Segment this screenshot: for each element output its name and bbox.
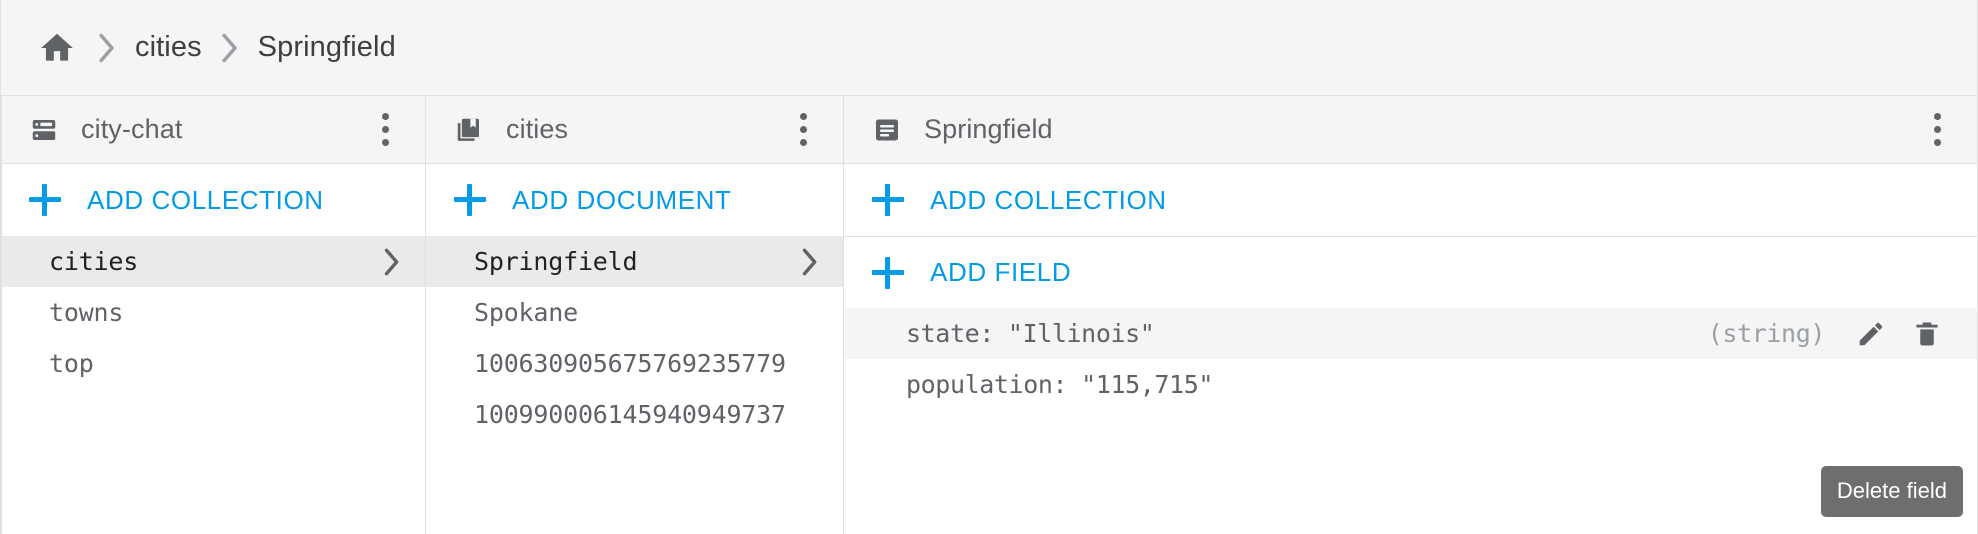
collection-list-item-label: towns xyxy=(49,298,124,327)
panel-left-rail xyxy=(1,96,2,534)
collection-panel-menu-icon[interactable] xyxy=(785,108,821,152)
field-key: state: xyxy=(906,319,994,348)
collection-panel-title: cities xyxy=(506,114,569,144)
field-type-label: (string) xyxy=(1707,319,1826,348)
document-list-item-label: 100630905675769235779 xyxy=(474,349,786,378)
collection-panel-header: cities xyxy=(426,96,843,164)
collection-list-item-label: cities xyxy=(49,247,139,276)
database-icon xyxy=(29,115,59,145)
document-panel: Springfield ADD COLLECTION ADD FIELD sta… xyxy=(844,96,1977,534)
collection-list-item-label: top xyxy=(49,349,94,378)
plus-icon xyxy=(872,184,904,216)
home-icon[interactable] xyxy=(35,26,79,70)
add-field-button[interactable]: ADD FIELD xyxy=(844,236,1977,308)
add-field-label: ADD FIELD xyxy=(930,257,1072,287)
document-panel-header: Springfield xyxy=(844,96,1977,164)
breadcrumb-separator-icon-2 xyxy=(220,33,240,63)
database-panel-menu-icon[interactable] xyxy=(367,108,403,152)
field-row-state[interactable]: state: "Illinois" (string) xyxy=(844,308,1977,359)
collection-list-item-cities[interactable]: cities xyxy=(1,236,425,287)
trash-icon[interactable] xyxy=(1907,314,1947,354)
plus-icon xyxy=(29,184,61,216)
breadcrumb-separator-icon xyxy=(97,33,117,63)
document-list-item-label: Spokane xyxy=(474,298,578,327)
document-list-item-id-1[interactable]: 100630905675769235779 xyxy=(426,338,843,389)
add-document-button[interactable]: ADD DOCUMENT xyxy=(426,164,843,236)
document-list-item-springfield[interactable]: Springfield xyxy=(426,236,843,287)
add-subcollection-button[interactable]: ADD COLLECTION xyxy=(844,164,1977,236)
add-subcollection-label: ADD COLLECTION xyxy=(930,184,1167,215)
field-value: "115,715" xyxy=(1081,370,1214,399)
chevron-right-icon xyxy=(799,248,821,276)
document-list-item-label: 100990006145940949737 xyxy=(474,400,786,429)
add-collection-label: ADD COLLECTION xyxy=(87,184,324,215)
panel-columns: city-chat ADD COLLECTION cities towns to… xyxy=(1,96,1977,534)
field-value: "Illinois" xyxy=(1007,319,1155,348)
database-panel: city-chat ADD COLLECTION cities towns to… xyxy=(1,96,426,534)
breadcrumb: cities Springfield xyxy=(1,0,1977,96)
collection-list-item-top[interactable]: top xyxy=(1,338,425,389)
collection-list-item-towns[interactable]: towns xyxy=(1,287,425,338)
add-document-label: ADD DOCUMENT xyxy=(512,184,732,215)
document-list-item-label: Springfield xyxy=(474,247,638,276)
pencil-icon[interactable] xyxy=(1851,314,1891,354)
document-panel-menu-icon[interactable] xyxy=(1919,108,1955,152)
add-collection-button[interactable]: ADD COLLECTION xyxy=(1,164,425,236)
field-list: state: "Illinois" (string) population: "… xyxy=(844,308,1977,534)
field-key: population: xyxy=(906,370,1068,399)
breadcrumb-item-springfield[interactable]: Springfield xyxy=(258,31,396,64)
database-panel-header: city-chat xyxy=(1,96,425,164)
plus-icon xyxy=(454,184,486,216)
breadcrumb-item-cities[interactable]: cities xyxy=(135,31,202,64)
document-list: Springfield Spokane 10063090567576923577… xyxy=(426,236,843,534)
chevron-right-icon xyxy=(381,248,403,276)
plus-icon xyxy=(872,256,904,289)
field-row-population[interactable]: population: "115,715" xyxy=(844,359,1977,410)
collection-list: cities towns top xyxy=(1,236,425,534)
collection-icon xyxy=(454,115,484,145)
database-panel-title: city-chat xyxy=(81,114,183,144)
document-icon xyxy=(872,115,902,145)
document-list-item-id-2[interactable]: 100990006145940949737 xyxy=(426,389,843,440)
firestore-data-browser: cities Springfield city-chat ADD COLLECT… xyxy=(0,0,1978,534)
collection-panel: cities ADD DOCUMENT Springfield Spokane … xyxy=(426,96,844,534)
document-list-item-spokane[interactable]: Spokane xyxy=(426,287,843,338)
document-panel-title: Springfield xyxy=(924,114,1053,144)
